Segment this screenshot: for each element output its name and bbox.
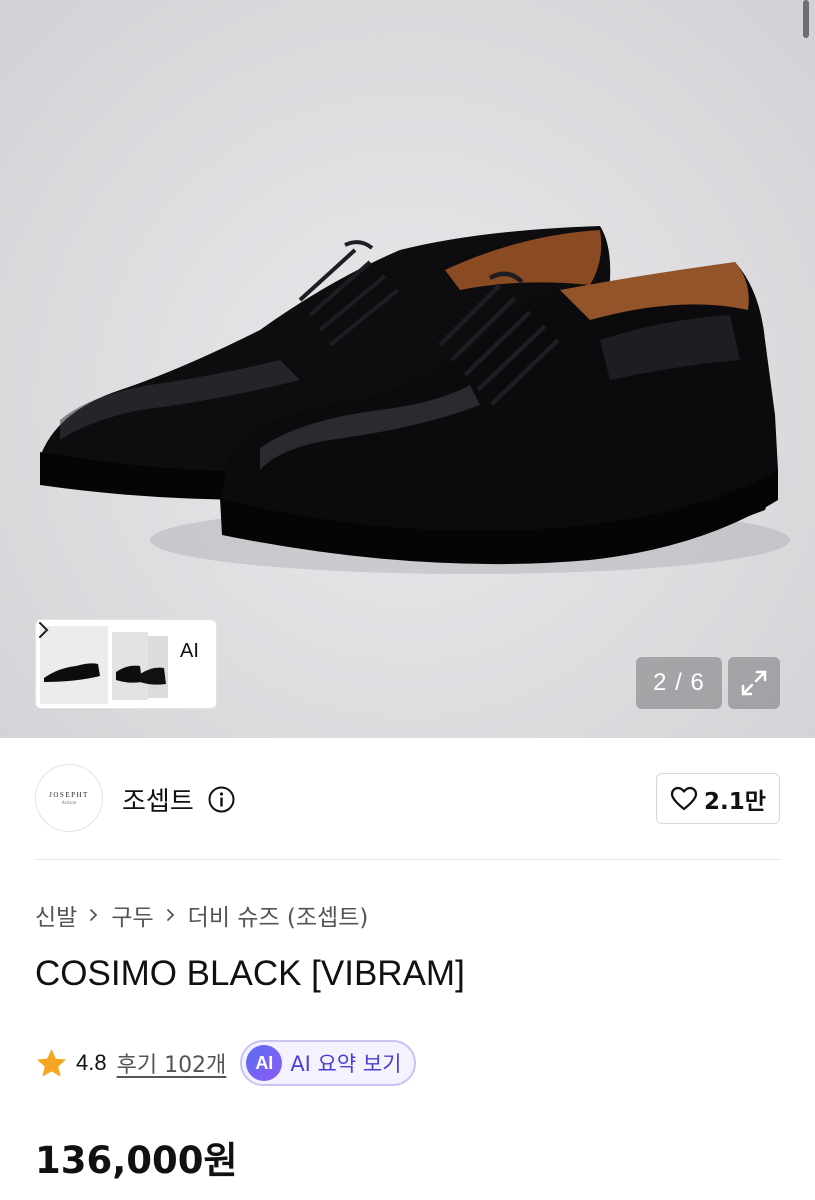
rating-row: 4.8 후기 102개 AI AI 요약 보기	[35, 1040, 416, 1086]
like-button[interactable]: 2.1만	[656, 773, 780, 824]
ai-summary-label: AI 요약 보기	[290, 1052, 402, 1076]
breadcrumb-item-shoes[interactable]: 신발	[35, 898, 77, 932]
rating-value: 4.8	[76, 1050, 107, 1075]
ai-thumbnail-card[interactable]: AI	[35, 619, 217, 709]
heart-icon	[670, 786, 698, 810]
info-circle-icon[interactable]	[207, 785, 236, 814]
breadcrumb-item-derby-shoes[interactable]: 더비 슈즈 (조셉트)	[188, 898, 369, 932]
brand-logo-text: JOSEPHT	[49, 790, 89, 799]
brand-name[interactable]: 조셉트	[122, 781, 194, 818]
brand-logo[interactable]: JOSEPHT Artisan	[35, 764, 103, 832]
breadcrumb-item-dress-shoes[interactable]: 구두	[111, 898, 153, 932]
product-price: 136,000원	[35, 1139, 238, 1182]
expand-icon	[741, 670, 767, 696]
chevron-right-icon	[39, 622, 49, 638]
star-icon	[37, 1048, 66, 1077]
chevron-right-icon	[90, 909, 98, 921]
ai-badge-icon: AI	[246, 1045, 283, 1081]
chevron-right-icon	[166, 909, 174, 921]
product-image-gallery[interactable]: AI 2 / 6	[0, 0, 815, 738]
review-count-link[interactable]: 후기 102개	[117, 1047, 227, 1079]
ai-summary-button[interactable]: AI AI 요약 보기	[240, 1040, 416, 1086]
section-divider	[35, 859, 780, 860]
thumbnail-images	[40, 626, 168, 704]
thumbnail-ai-label: AI	[180, 640, 199, 662]
image-counter: 2 / 6	[636, 657, 722, 709]
brand-logo-subtext: Artisan	[61, 800, 77, 806]
breadcrumb: 신발 구두 더비 슈즈 (조셉트)	[35, 898, 368, 932]
like-count: 2.1만	[704, 788, 766, 815]
product-title: COSIMO BLACK [VIBRAM]	[35, 954, 465, 993]
expand-button[interactable]	[728, 657, 780, 709]
scrollbar-thumb[interactable]	[803, 0, 809, 38]
